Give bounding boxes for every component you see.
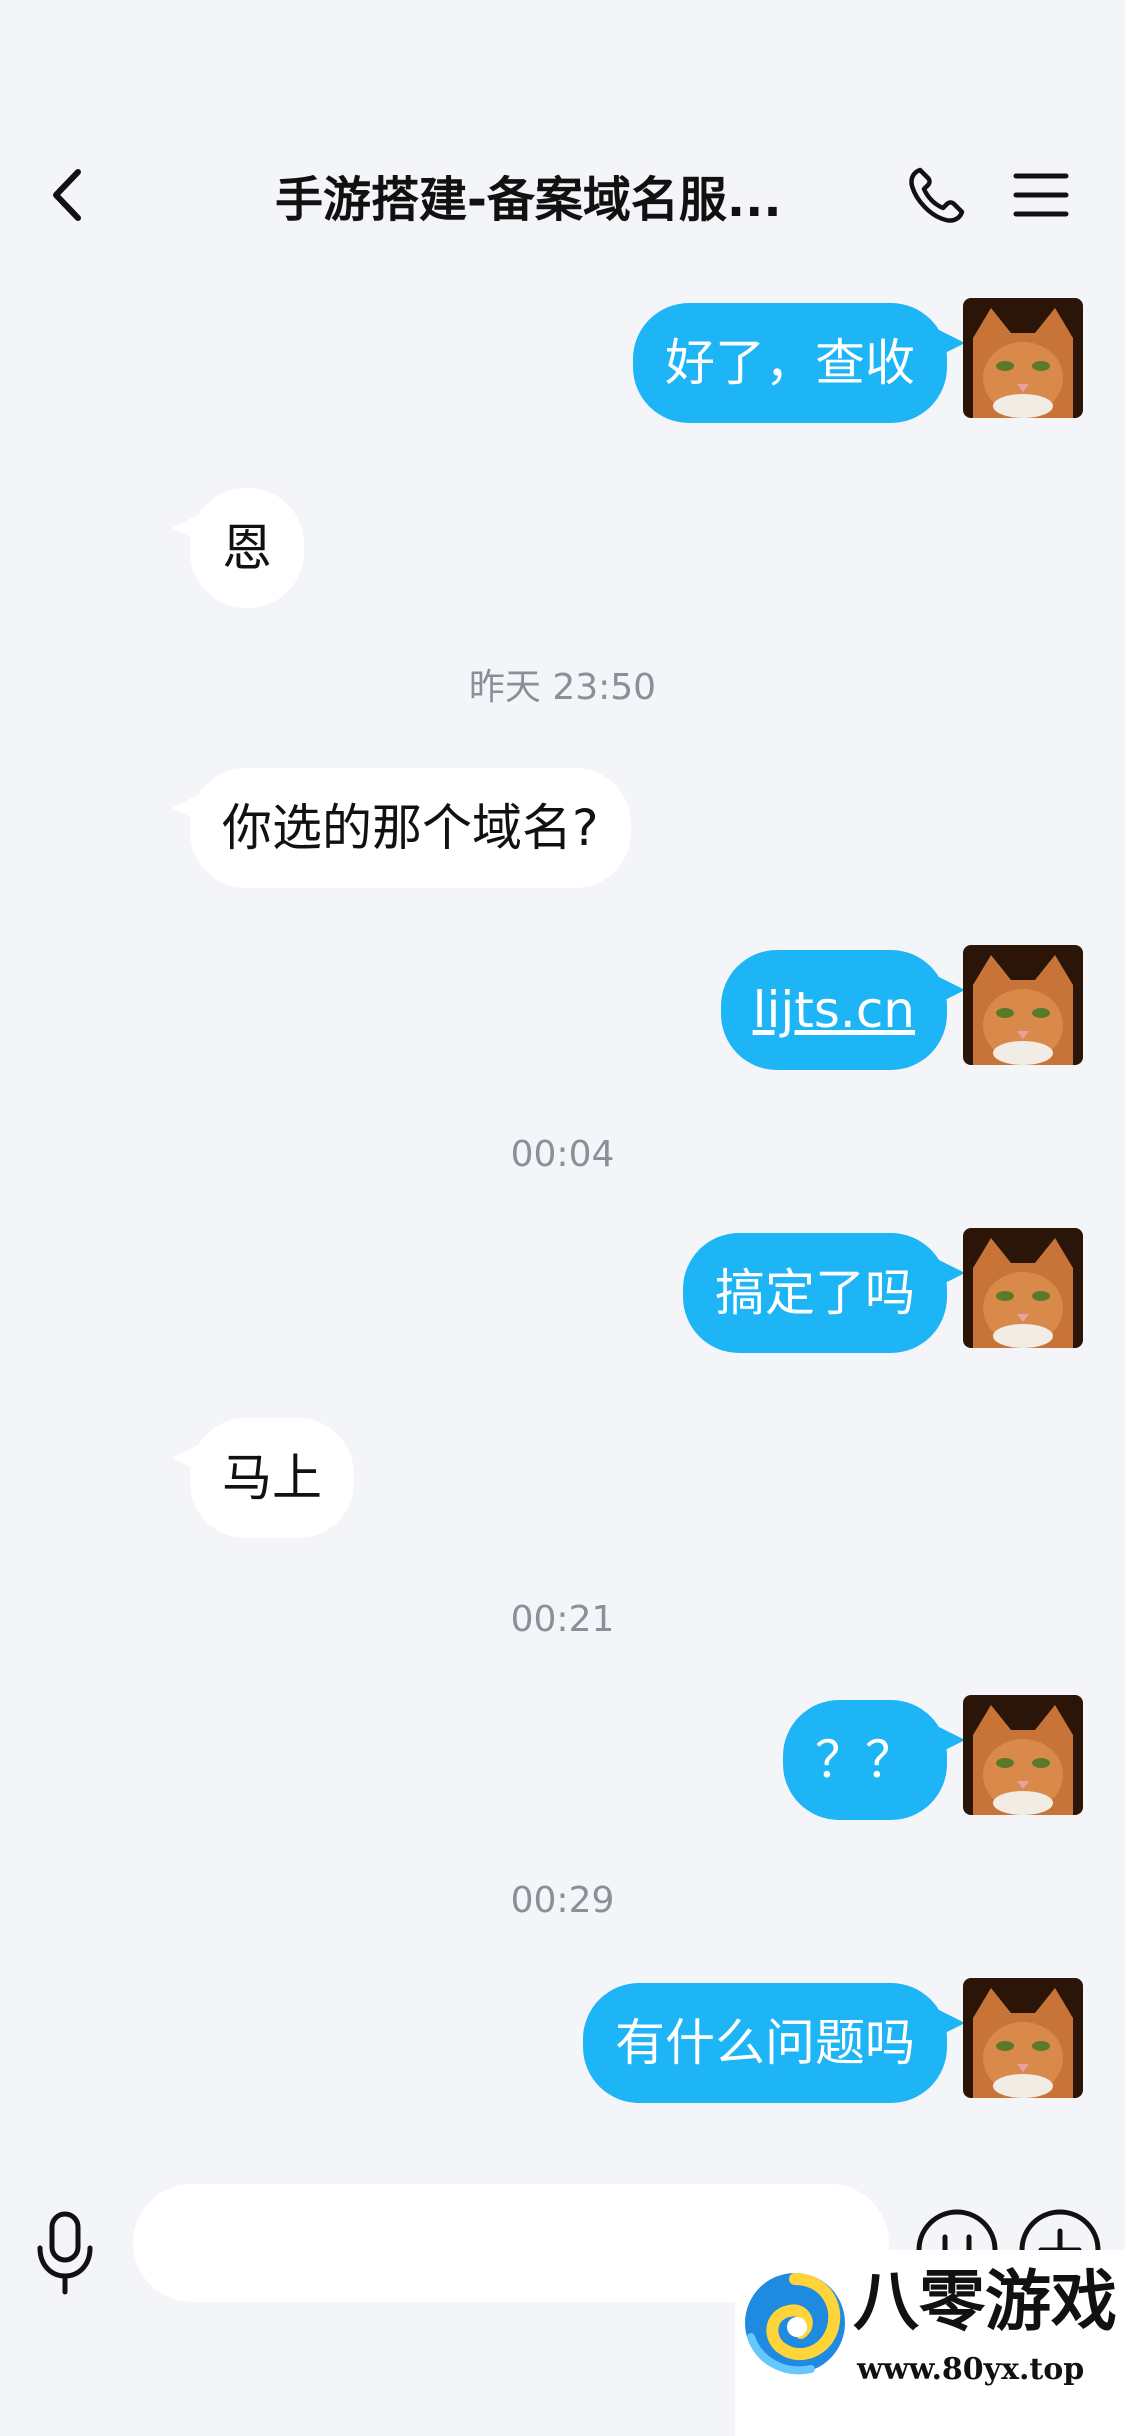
phone-icon <box>909 167 965 223</box>
incoming-bubble[interactable]: 你选的那个域名? <box>172 768 631 888</box>
message-text: 马上 <box>222 1449 322 1507</box>
chat-header: 手游搭建-备案域名服... <box>0 0 1125 260</box>
chat-area: 好了，查收 恩 昨天 23:50 你选的那个域名? lijts.cn 00:04 <box>0 260 1125 2160</box>
watermark-title: 八零游戏 <box>853 2263 1117 2340</box>
incoming-bubble[interactable]: 马上 <box>172 1418 354 1538</box>
avatar[interactable] <box>963 945 1083 1065</box>
cat-avatar-icon <box>963 945 1083 1065</box>
cat-avatar-icon <box>963 1978 1083 2098</box>
avatar[interactable] <box>963 1695 1083 1815</box>
chat-title: 手游搭建-备案域名服... <box>275 172 782 228</box>
call-button[interactable] <box>902 160 972 230</box>
message-text: ？？ <box>815 1731 915 1789</box>
watermark: 八零游戏 www.80yx.top <box>735 2250 1125 2436</box>
outgoing-bubble[interactable]: 好了，查收 <box>633 303 965 423</box>
cat-avatar-icon <box>963 1695 1083 1815</box>
incoming-bubble[interactable]: 恩 <box>172 488 304 608</box>
avatar[interactable] <box>963 1978 1083 2098</box>
message-link[interactable]: lijts.cn <box>753 981 915 1039</box>
watermark-url: www.80yx.top <box>857 2352 1085 2387</box>
message-text: 你选的那个域名? <box>222 799 599 857</box>
swirl-logo-icon <box>745 2273 845 2375</box>
outgoing-bubble[interactable]: lijts.cn <box>720 950 966 1070</box>
message-text: 好了，查收 <box>665 334 915 392</box>
outgoing-bubble[interactable]: 搞定了吗 <box>683 1233 965 1353</box>
back-button[interactable] <box>40 160 100 230</box>
message-text: 恩 <box>222 519 272 577</box>
timestamp: 00:21 <box>510 1599 615 1640</box>
outgoing-bubble[interactable]: ？？ <box>783 1700 965 1820</box>
watermark-logo <box>739 2265 851 2380</box>
timestamp: 昨天 23:50 <box>468 667 657 708</box>
chevron-left-icon <box>53 169 81 221</box>
cat-avatar-icon <box>963 1228 1083 1348</box>
message-text: 有什么问题吗 <box>615 2014 915 2072</box>
timestamp: 00:04 <box>510 1134 615 1175</box>
voice-button[interactable] <box>30 2208 100 2298</box>
outgoing-bubble[interactable]: 有什么问题吗 <box>583 1983 965 2103</box>
avatar[interactable] <box>963 298 1083 418</box>
cat-avatar-icon <box>963 298 1083 418</box>
hamburger-menu-icon <box>1013 173 1069 217</box>
avatar[interactable] <box>963 1228 1083 1348</box>
menu-button[interactable] <box>1006 160 1076 230</box>
timestamp: 00:29 <box>510 1880 615 1921</box>
microphone-icon <box>37 2211 93 2295</box>
message-text: 搞定了吗 <box>715 1264 915 1322</box>
